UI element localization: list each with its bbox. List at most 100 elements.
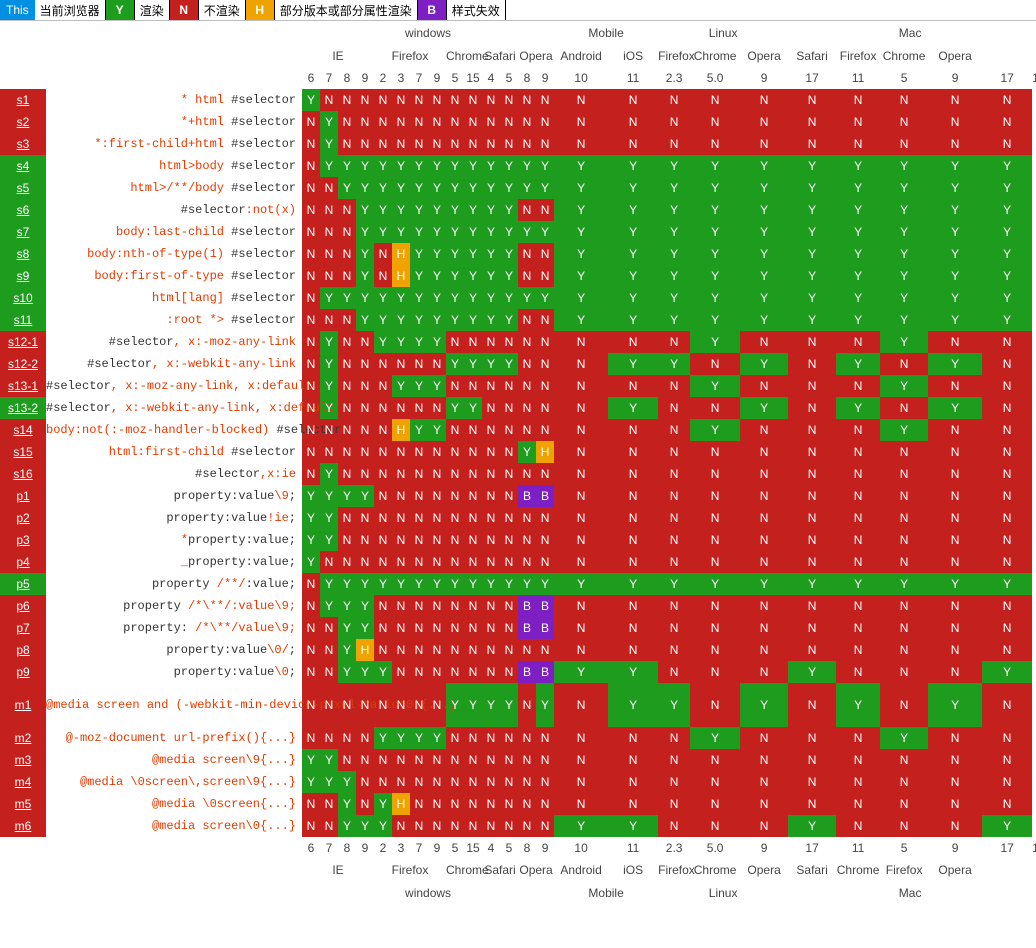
row-id-s12-1[interactable]: s12-1	[0, 331, 46, 353]
cell-m4-14: N	[554, 771, 608, 793]
row-id-p8[interactable]: p8	[0, 639, 46, 661]
row-link-s5[interactable]: s5	[17, 181, 30, 195]
row-id-p4[interactable]: p4	[0, 551, 46, 573]
row-link-m5[interactable]: m5	[15, 797, 32, 811]
hdr-spacer	[46, 881, 302, 905]
cell-p2-3: N	[356, 507, 374, 529]
row-id-s2[interactable]: s2	[0, 111, 46, 133]
row-id-p3[interactable]: p3	[0, 529, 46, 551]
row-link-m4[interactable]: m4	[15, 775, 32, 789]
cell-p4-12: N	[518, 551, 536, 573]
row-link-s2[interactable]: s2	[17, 115, 30, 129]
cell-s6-15: Y	[608, 199, 658, 221]
cell-s12-1-9: N	[464, 331, 482, 353]
row-id-p7[interactable]: p7	[0, 617, 46, 639]
row-id-m6[interactable]: m6	[0, 815, 46, 837]
row-id-s11[interactable]: s11	[0, 309, 46, 331]
cell-s12-2-9: Y	[464, 353, 482, 375]
row-link-p9[interactable]: p9	[16, 665, 29, 679]
cell-s7-4: Y	[374, 221, 392, 243]
row-link-s3[interactable]: s3	[17, 137, 30, 151]
row-link-p3[interactable]: p3	[16, 533, 29, 547]
cell-p7-17: N	[690, 617, 740, 639]
cell-s12-2-17: N	[690, 353, 740, 375]
row-link-s13-1[interactable]: s13-1	[8, 379, 38, 393]
row-link-s9[interactable]: s9	[17, 269, 30, 283]
row-id-s7[interactable]: s7	[0, 221, 46, 243]
row-link-s7[interactable]: s7	[17, 225, 30, 239]
cell-s12-1-8: N	[446, 331, 464, 353]
cell-s2-6: N	[410, 111, 428, 133]
row-id-s3[interactable]: s3	[0, 133, 46, 155]
row-link-p5[interactable]: p5	[16, 577, 29, 591]
ver-6: 6	[302, 67, 320, 89]
row-link-s10[interactable]: s10	[13, 291, 32, 305]
row-id-s1[interactable]: s1	[0, 89, 46, 111]
row-link-m6[interactable]: m6	[15, 819, 32, 833]
row-id-m4[interactable]: m4	[0, 771, 46, 793]
row-link-s4[interactable]: s4	[17, 159, 30, 173]
row-link-p4[interactable]: p4	[16, 555, 29, 569]
row-link-p1[interactable]: p1	[16, 489, 29, 503]
row-id-s4[interactable]: s4	[0, 155, 46, 177]
row-id-m5[interactable]: m5	[0, 793, 46, 815]
cell-s6-17: Y	[690, 199, 740, 221]
row-id-p6[interactable]: p6	[0, 595, 46, 617]
cell-m6-4: Y	[374, 815, 392, 837]
cell-m3-9: N	[464, 749, 482, 771]
row-link-m3[interactable]: m3	[15, 753, 32, 767]
cell-p5-19: Y	[788, 573, 836, 595]
row-link-s11[interactable]: s11	[14, 313, 32, 327]
row-link-m1[interactable]: m1	[15, 698, 32, 712]
row-link-m2[interactable]: m2	[15, 731, 32, 745]
row-link-p7[interactable]: p7	[16, 621, 29, 635]
cell-m3-17: N	[690, 749, 740, 771]
row-id-s13-2[interactable]: s13-2	[0, 397, 46, 419]
row-link-s15[interactable]: s15	[13, 445, 32, 459]
row-id-s5[interactable]: s5	[0, 177, 46, 199]
cell-s13-1-20: N	[836, 375, 880, 397]
row-id-p5[interactable]: p5	[0, 573, 46, 595]
row-id-p2[interactable]: p2	[0, 507, 46, 529]
row-id-s12-2[interactable]: s12-2	[0, 353, 46, 375]
cell-p8-1: N	[320, 639, 338, 661]
cell-p5-17: Y	[690, 573, 740, 595]
row-id-s6[interactable]: s6	[0, 199, 46, 221]
row-id-s14[interactable]: s14	[0, 419, 46, 441]
row-id-s16[interactable]: s16	[0, 463, 46, 485]
row-link-s13-2[interactable]: s13-2	[8, 401, 38, 415]
row-link-s1[interactable]: s1	[17, 93, 30, 107]
row-link-s16[interactable]: s16	[13, 467, 32, 481]
row-link-s14[interactable]: s14	[13, 423, 32, 437]
row-link-p8[interactable]: p8	[16, 643, 29, 657]
cell-m4-23: N	[982, 771, 1032, 793]
cell-s8-8: Y	[446, 243, 464, 265]
row-link-p2[interactable]: p2	[16, 511, 29, 525]
cell-s4-18: Y	[740, 155, 788, 177]
row-id-p1[interactable]: p1	[0, 485, 46, 507]
row-link-s12-1[interactable]: s12-1	[8, 335, 38, 349]
cell-p1-3: Y	[356, 485, 374, 507]
browser-Safari: Safari	[788, 45, 836, 67]
cell-p7-18: N	[740, 617, 788, 639]
row-link-s8[interactable]: s8	[17, 247, 30, 261]
hdr-spacer	[46, 45, 302, 67]
cell-s14-10: N	[482, 419, 500, 441]
cell-p9-13: B	[536, 661, 554, 683]
row-link-s6[interactable]: s6	[17, 203, 30, 217]
row-id-s8[interactable]: s8	[0, 243, 46, 265]
row-link-p6[interactable]: p6	[16, 599, 29, 613]
row-id-m1[interactable]: m1	[0, 683, 46, 727]
cell-m4-16: N	[658, 771, 690, 793]
row-id-s10[interactable]: s10	[0, 287, 46, 309]
row-id-p9[interactable]: p9	[0, 661, 46, 683]
cell-m5-5: H	[392, 793, 410, 815]
cell-s9-12: N	[518, 265, 536, 287]
row-id-s9[interactable]: s9	[0, 265, 46, 287]
row-id-m2[interactable]: m2	[0, 727, 46, 749]
row-id-s13-1[interactable]: s13-1	[0, 375, 46, 397]
row-id-s15[interactable]: s15	[0, 441, 46, 463]
row-link-s12-2[interactable]: s12-2	[8, 357, 38, 371]
row-desc-s14: body:not(:-moz-handler-blocked) #selecto…	[46, 419, 302, 441]
row-id-m3[interactable]: m3	[0, 749, 46, 771]
